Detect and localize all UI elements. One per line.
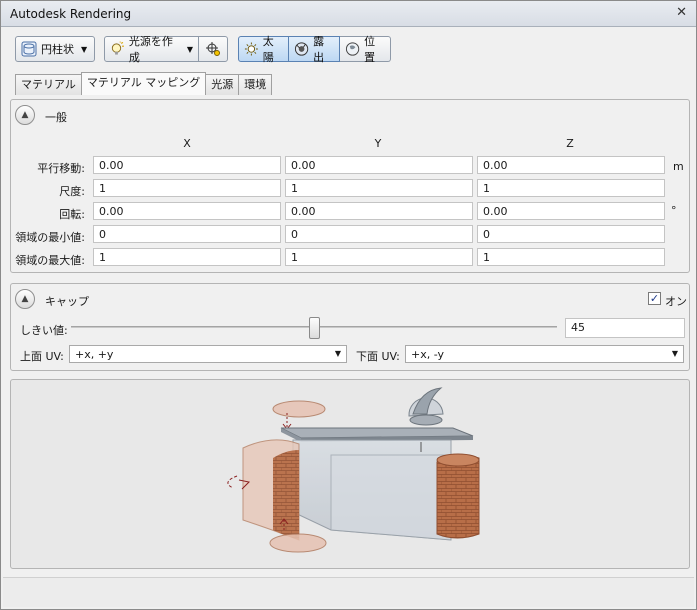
cap-on-checkbox[interactable]: ✓ <box>648 292 661 305</box>
translate-y-field[interactable]: 0.00 <box>285 156 473 174</box>
threshold-slider-thumb[interactable] <box>309 317 320 339</box>
globe-icon <box>345 42 360 56</box>
scale-label: 尺度: <box>59 185 85 198</box>
bottom-uv-select[interactable]: +x, -y ▼ <box>405 345 684 363</box>
window-title: Autodesk Rendering <box>10 7 132 21</box>
rotation-label: 回転: <box>59 208 85 221</box>
chevron-down-icon: ▼ <box>671 349 678 358</box>
region-min-z-field[interactable]: 0 <box>477 225 665 243</box>
bottom-uv-label: 下面 UV: <box>356 350 400 363</box>
create-light-button[interactable]: 光源を作成 ▼ <box>104 35 199 64</box>
threshold-value-field[interactable]: 45 <box>565 318 685 338</box>
sun-sky-group: 太陽 露出 位置 <box>238 35 391 64</box>
translate-label: 平行移動: <box>37 162 85 175</box>
translate-unit: m <box>673 160 684 173</box>
cylindrical-mapping-illustration <box>227 387 480 553</box>
status-strip <box>3 577 694 607</box>
sun-toggle-button[interactable]: 太陽 <box>238 35 289 64</box>
rotation-z-field[interactable]: 0.00 <box>477 202 665 220</box>
rotation-y-field[interactable]: 0.00 <box>285 202 473 220</box>
region-max-z-field[interactable]: 1 <box>477 248 665 266</box>
column-header-z: Z <box>566 137 574 150</box>
chevron-down-icon: ▼ <box>186 44 193 54</box>
top-uv-value: +x, +y <box>75 348 114 361</box>
location-button[interactable]: 位置 <box>340 35 391 64</box>
tab-material[interactable]: マテリアル <box>15 74 82 95</box>
exposure-label: 露出 <box>313 35 325 64</box>
mapping-preview <box>10 379 690 569</box>
bottom-uv-value: +x, -y <box>411 348 445 361</box>
locate-light-button[interactable] <box>198 36 228 62</box>
rotation-unit: ° <box>671 204 677 217</box>
chevron-up-icon: ▲ <box>21 294 29 304</box>
scale-x-field[interactable]: 1 <box>93 179 281 197</box>
general-section-title: 一般 <box>45 111 67 124</box>
title-bar: Autodesk Rendering ✕ <box>1 1 696 27</box>
tab-environment[interactable]: 環境 <box>238 74 273 95</box>
region-min-y-field[interactable]: 0 <box>285 225 473 243</box>
cylinder-map-icon <box>21 41 37 57</box>
exposure-button[interactable]: 露出 <box>289 35 340 64</box>
tab-strip: マテリアル マテリアル マッピング 光源 環境 <box>15 72 273 95</box>
scale-y-field[interactable]: 1 <box>285 179 473 197</box>
close-icon[interactable]: ✕ <box>676 5 687 20</box>
sun-icon <box>244 42 258 56</box>
region-max-label: 領域の最大値: <box>15 254 85 267</box>
top-uv-select[interactable]: +x, +y ▼ <box>69 345 347 363</box>
collapse-general-button[interactable]: ▲ <box>15 105 35 125</box>
chevron-down-icon: ▼ <box>81 44 88 54</box>
region-min-label: 領域の最小値: <box>15 231 85 244</box>
create-light-label: 光源を作成 <box>128 35 173 64</box>
cap-on-label: オン <box>665 295 687 308</box>
exposure-icon <box>294 42 309 56</box>
location-label: 位置 <box>364 35 376 64</box>
translate-x-field[interactable]: 0.00 <box>93 156 281 174</box>
tab-lights[interactable]: 光源 <box>205 74 240 95</box>
region-min-x-field[interactable]: 0 <box>93 225 281 243</box>
crosshair-pin-icon <box>206 42 220 56</box>
rotation-x-field[interactable]: 0.00 <box>93 202 281 220</box>
sun-label: 太陽 <box>262 35 274 64</box>
chevron-up-icon: ▲ <box>21 110 29 120</box>
cap-section-title: キャップ <box>45 295 89 308</box>
mapping-type-button[interactable]: 円柱状 ▼ <box>15 36 95 62</box>
region-max-y-field[interactable]: 1 <box>285 248 473 266</box>
translate-z-field[interactable]: 0.00 <box>477 156 665 174</box>
rendering-window: Autodesk Rendering ✕ 円柱状 ▼ 光源を作成 ▼ 太陽 露出… <box>0 0 697 610</box>
mapping-type-label: 円柱状 <box>41 43 74 56</box>
chevron-down-icon: ▼ <box>334 349 341 358</box>
top-uv-label: 上面 UV: <box>20 350 64 363</box>
tab-material-mapping[interactable]: マテリアル マッピング <box>80 72 207 95</box>
collapse-cap-button[interactable]: ▲ <box>15 289 35 309</box>
light-bulb-icon <box>111 41 124 55</box>
region-max-x-field[interactable]: 1 <box>93 248 281 266</box>
column-header-y: Y <box>374 137 382 150</box>
threshold-label: しきい値: <box>20 324 68 337</box>
scale-z-field[interactable]: 1 <box>477 179 665 197</box>
column-header-x: X <box>183 137 191 150</box>
